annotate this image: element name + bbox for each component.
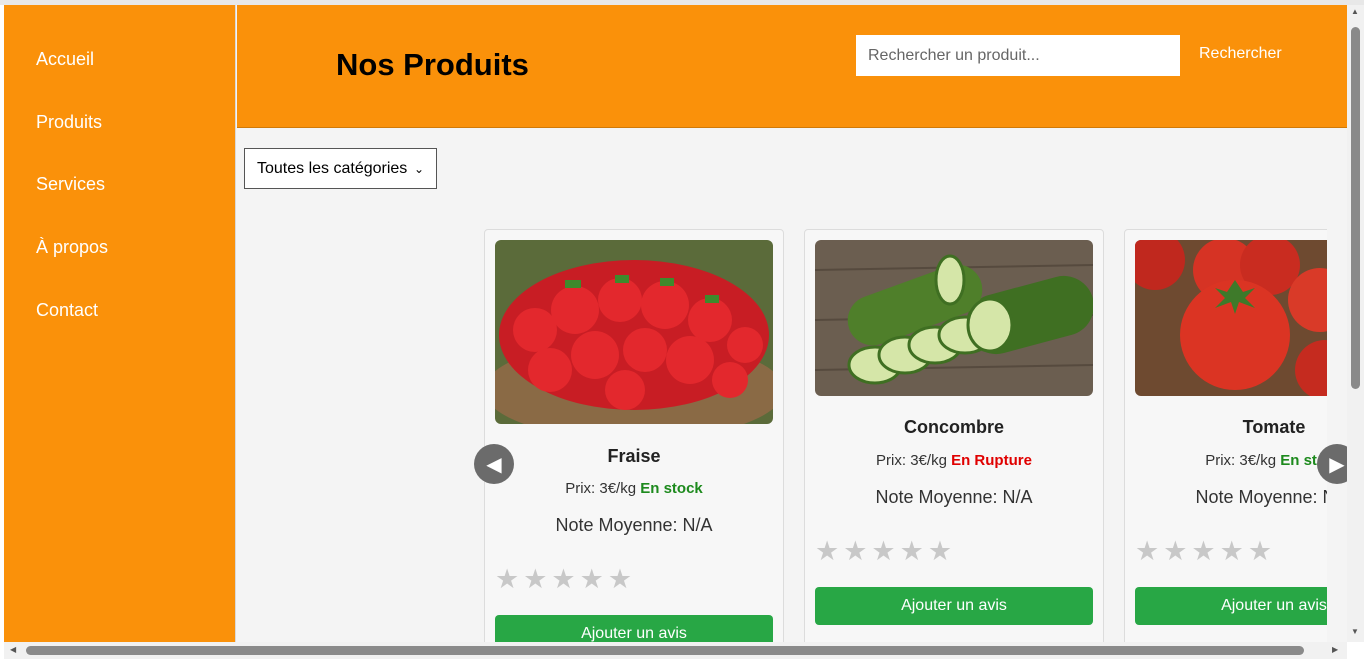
page-header: Nos Produits Rechercher [237,5,1347,128]
price-label: Prix: 3€/kg [876,452,947,469]
scroll-right-icon[interactable]: ▶ [1332,645,1338,654]
sidebar: Accueil Produits Services À propos Conta… [4,5,236,642]
scroll-up-icon[interactable]: ▲ [1351,7,1359,16]
vertical-scroll-thumb[interactable] [1351,27,1360,389]
search-button[interactable]: Rechercher [1199,45,1282,63]
page-title: Nos Produits [336,47,529,82]
category-select-value: Toutes les catégories [257,159,408,177]
chevron-left-icon: ◀ [486,453,502,476]
search-input[interactable] [856,35,1180,76]
average-rating: Note Moyenne: N/A [555,515,713,535]
page-viewport: Accueil Produits Services À propos Conta… [4,5,1347,642]
product-image-strawberries [495,240,773,424]
scroll-left-icon[interactable]: ◀ [10,645,16,654]
product-price: Prix: 3€/kg En stock [485,480,783,497]
horizontal-scroll-thumb[interactable] [26,646,1304,655]
product-image-cucumbers [815,240,1093,396]
product-card-concombre: Concombre Prix: 3€/kg En Rupture Note Mo… [804,229,1104,642]
stock-status: En stock [640,480,703,497]
average-rating: Note Moyenne: N/A [875,487,1033,507]
nav-link-services[interactable]: Services [36,174,105,195]
add-review-button[interactable]: Ajouter un avis [1135,587,1327,625]
horizontal-scrollbar[interactable]: ◀ ▶ [4,642,1347,659]
nav-link-contact[interactable]: Contact [36,300,98,321]
product-card-fraise: Fraise Prix: 3€/kg En stock Note Moyenne… [484,229,784,642]
nav-link-a-propos[interactable]: À propos [36,237,108,258]
average-rating: Note Moyenne: N/A [1195,487,1327,507]
product-image-tomatoes [1135,240,1327,396]
stock-status: En Rupture [951,452,1032,469]
vertical-scrollbar[interactable]: ▲ ▼ [1347,5,1364,642]
product-name: Fraise [607,446,661,466]
price-label: Prix: 3€/kg [1205,452,1277,469]
price-label: Prix: 3€/kg [565,480,637,497]
add-review-button[interactable]: Ajouter un avis [815,587,1093,625]
add-review-button[interactable]: Ajouter un avis [495,615,773,642]
scroll-down-icon[interactable]: ▼ [1351,627,1359,636]
product-price: Prix: 3€/kg En stock [1125,452,1327,469]
category-select[interactable]: Toutes les catégories ⌄ [244,148,437,189]
star-rating-input[interactable]: ★★★★★ [495,564,636,595]
star-rating-input[interactable]: ★★★★★ [815,536,956,567]
product-price: Prix: 3€/kg En Rupture [805,452,1103,469]
product-card-tomate: Tomate Prix: 3€/kg En stock Note Moyenne… [1124,229,1327,642]
product-name: Tomate [1242,417,1306,437]
chevron-down-icon: ⌄ [413,161,424,176]
nav-link-produits[interactable]: Produits [36,112,102,133]
product-name: Concombre [903,417,1004,437]
nav-link-accueil[interactable]: Accueil [36,49,94,70]
product-carousel: Fraise Prix: 3€/kg En stock Note Moyenne… [484,229,1327,642]
star-rating-input[interactable]: ★★★★★ [1135,536,1276,567]
chevron-right-icon: ▶ [1329,453,1345,476]
carousel-prev-button[interactable]: ◀ [474,444,514,484]
